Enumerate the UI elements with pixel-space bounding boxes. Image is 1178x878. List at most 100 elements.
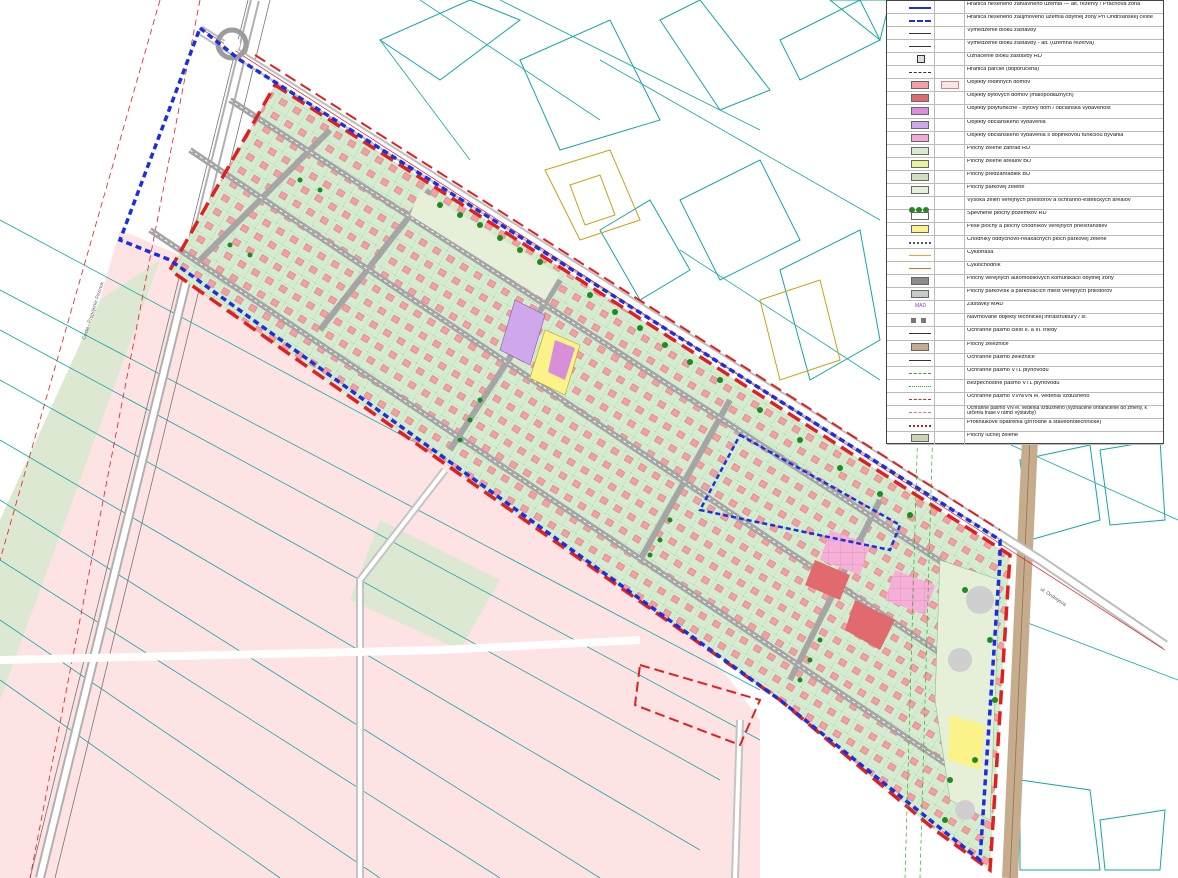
legend-row: Plochy predzáhradiek BD bbox=[887, 170, 1163, 184]
legend-row: Plochy zelene záhrad RD bbox=[887, 144, 1163, 158]
mad-label: MAD bbox=[915, 303, 927, 310]
legend-label: Navrhované objekty technickej infraštruk… bbox=[967, 315, 1088, 321]
legend-label: Vysoká zeleň verejných priestorov a ochr… bbox=[967, 197, 1131, 203]
legend-symbol bbox=[887, 66, 935, 79]
legend-symbol-alt bbox=[935, 353, 965, 366]
legend-label: Plochy parkovej zelene bbox=[967, 184, 1025, 190]
legend-row: MAD Zastávky MAD bbox=[887, 301, 1163, 315]
legend-symbol bbox=[887, 379, 935, 392]
legend-symbol-alt bbox=[935, 340, 965, 353]
legend-label: Objekty občianskeho vybavenia s doplnkov… bbox=[967, 132, 1124, 138]
legend-symbol bbox=[887, 340, 935, 353]
legend-label: Vymedzenie bloku zástavby - alt. (územná… bbox=[967, 41, 1094, 47]
legend-label: Bezpečnostné pásmo VTL plynovodu bbox=[967, 380, 1060, 386]
legend-symbol-alt bbox=[935, 118, 965, 131]
legend-symbol bbox=[887, 183, 935, 196]
legend-symbol bbox=[887, 92, 935, 105]
legend-symbol-alt bbox=[935, 249, 965, 262]
legend-row: Peše plochy a plochy chodníkov verejných… bbox=[887, 223, 1163, 237]
legend-symbol-alt bbox=[935, 196, 965, 209]
legend-symbol bbox=[887, 236, 935, 249]
legend-symbol bbox=[887, 118, 935, 131]
legend-row: Plochy lúčnej zelene bbox=[887, 431, 1163, 445]
legend-symbol bbox=[887, 288, 935, 301]
legend-label: Peše plochy a plochy chodníkov verejných… bbox=[967, 224, 1108, 229]
legend-symbol-alt bbox=[935, 27, 965, 40]
legend-label: Ochranné pásmo VVN/VN el. vedenia vzdušn… bbox=[967, 393, 1090, 399]
legend-symbol-alt bbox=[935, 431, 965, 444]
legend-symbol bbox=[887, 131, 935, 144]
legend-row: Cyklotrasa bbox=[887, 249, 1163, 263]
legend-label: Plochy železnice bbox=[967, 341, 1009, 347]
legend-row: Plochy verejných automobilových komuniká… bbox=[887, 275, 1163, 289]
legend-symbol-alt bbox=[935, 53, 965, 66]
legend-symbol bbox=[887, 1, 935, 14]
legend-symbol-alt bbox=[935, 131, 965, 144]
legend-label: Vymedzenie bloku zástavby bbox=[967, 28, 1037, 34]
legend-label: Protihlukové opatrenia (prírodné a stave… bbox=[967, 419, 1102, 425]
legend-label: Spevnené plochy pozemkov RD bbox=[967, 210, 1047, 216]
legend-symbol-alt bbox=[935, 262, 965, 275]
legend-row: Objekty polyfunkčné - bytový dom / občia… bbox=[887, 105, 1163, 119]
legend-row: Hranica parciel (doporučená) bbox=[887, 66, 1163, 80]
legend-symbol-alt bbox=[935, 144, 965, 157]
legend-label: Plochy verejných automobilových komuniká… bbox=[967, 276, 1114, 282]
legend-symbol-alt bbox=[935, 366, 965, 379]
legend-label: Ochranné pásmo ciest II. a III. triedy bbox=[967, 328, 1057, 334]
legend-symbol-alt bbox=[935, 170, 965, 183]
legend-label: Ochranné pásmo VTL plynovodu bbox=[967, 367, 1049, 373]
legend-symbol-alt bbox=[935, 379, 965, 392]
legend-row: Objekty bytových domov (malopodlažných) bbox=[887, 92, 1163, 106]
legend-symbol bbox=[887, 327, 935, 340]
legend-row: Plochy železnice bbox=[887, 340, 1163, 354]
legend-row: Hranica riešeného zátvavného územia — al… bbox=[887, 1, 1163, 15]
legend-symbol bbox=[887, 196, 935, 213]
legend-label: Objekty polyfunkčné - bytový dom / občia… bbox=[967, 106, 1112, 112]
legend-row: Plochy parkovísk a parkovacích miest ver… bbox=[887, 288, 1163, 302]
legend-label: Cyklochodník bbox=[967, 263, 1001, 269]
legend-symbol-alt bbox=[935, 418, 965, 431]
legend-symbol bbox=[887, 275, 935, 288]
legend-symbol-alt bbox=[935, 209, 965, 222]
legend-row: Hranica riešeného záujmového územia obyt… bbox=[887, 14, 1163, 28]
legend-symbol-alt bbox=[935, 288, 965, 301]
legend-label: Objekty bytových domov (malopodlažných) bbox=[967, 93, 1074, 99]
legend-label: Označenie bloku zástavby RD bbox=[967, 54, 1042, 60]
legend-row: Spevnené plochy pozemkov RD bbox=[887, 209, 1163, 223]
legend-label: Plochy zelene areálov BD bbox=[967, 158, 1032, 164]
legend-symbol-alt bbox=[935, 183, 965, 196]
legend-symbol-alt bbox=[935, 1, 965, 14]
legend-row: Cyklochodník bbox=[887, 262, 1163, 276]
legend-row: Bezpečnostné pásmo VTL plynovodu bbox=[887, 379, 1163, 393]
legend-row: Plochy zelene areálov BD bbox=[887, 157, 1163, 171]
legend-symbol-alt bbox=[935, 66, 965, 79]
legend-row: Ochranné pásmo VN el. vedenia vzdušného … bbox=[887, 405, 1163, 419]
legend-symbol-alt bbox=[935, 105, 965, 118]
legend-symbol bbox=[887, 262, 935, 275]
legend-row: Chodníky oddychovo-relaxačných plôch par… bbox=[887, 236, 1163, 250]
legend-symbol bbox=[887, 431, 935, 444]
legend-symbol-alt bbox=[935, 157, 965, 170]
legend-row: Vymedzenie bloku zástavby - alt. (územná… bbox=[887, 40, 1163, 54]
legend-symbol-alt bbox=[935, 79, 965, 92]
legend-label: Cyklotrasa bbox=[967, 250, 994, 256]
legend-label: Hranica riešeného záujmového územia obyt… bbox=[967, 15, 1153, 21]
legend-symbol-alt bbox=[935, 314, 965, 327]
legend-symbol bbox=[887, 157, 935, 170]
legend-label: Ochranné pásmo železnice bbox=[967, 354, 1035, 360]
legend-symbol bbox=[887, 353, 935, 366]
legend-row: Plochy parkovej zelene bbox=[887, 183, 1163, 197]
legend-panel: Hranica riešeného zátvavného územia — al… bbox=[886, 0, 1164, 445]
legend-symbol bbox=[887, 144, 935, 157]
legend-symbol-alt bbox=[935, 405, 965, 418]
legend-row: Ochranné pásmo železnice bbox=[887, 353, 1163, 367]
legend-symbol-alt bbox=[935, 327, 965, 340]
legend-symbol bbox=[887, 223, 935, 236]
legend-symbol bbox=[887, 314, 935, 327]
legend-symbol bbox=[887, 53, 935, 66]
legend-row: Navrhované objekty technickej infraštruk… bbox=[887, 314, 1163, 328]
legend-symbol bbox=[887, 79, 935, 92]
legend-symbol-alt bbox=[935, 92, 965, 105]
legend-symbol bbox=[887, 170, 935, 183]
legend-symbol bbox=[887, 14, 935, 27]
